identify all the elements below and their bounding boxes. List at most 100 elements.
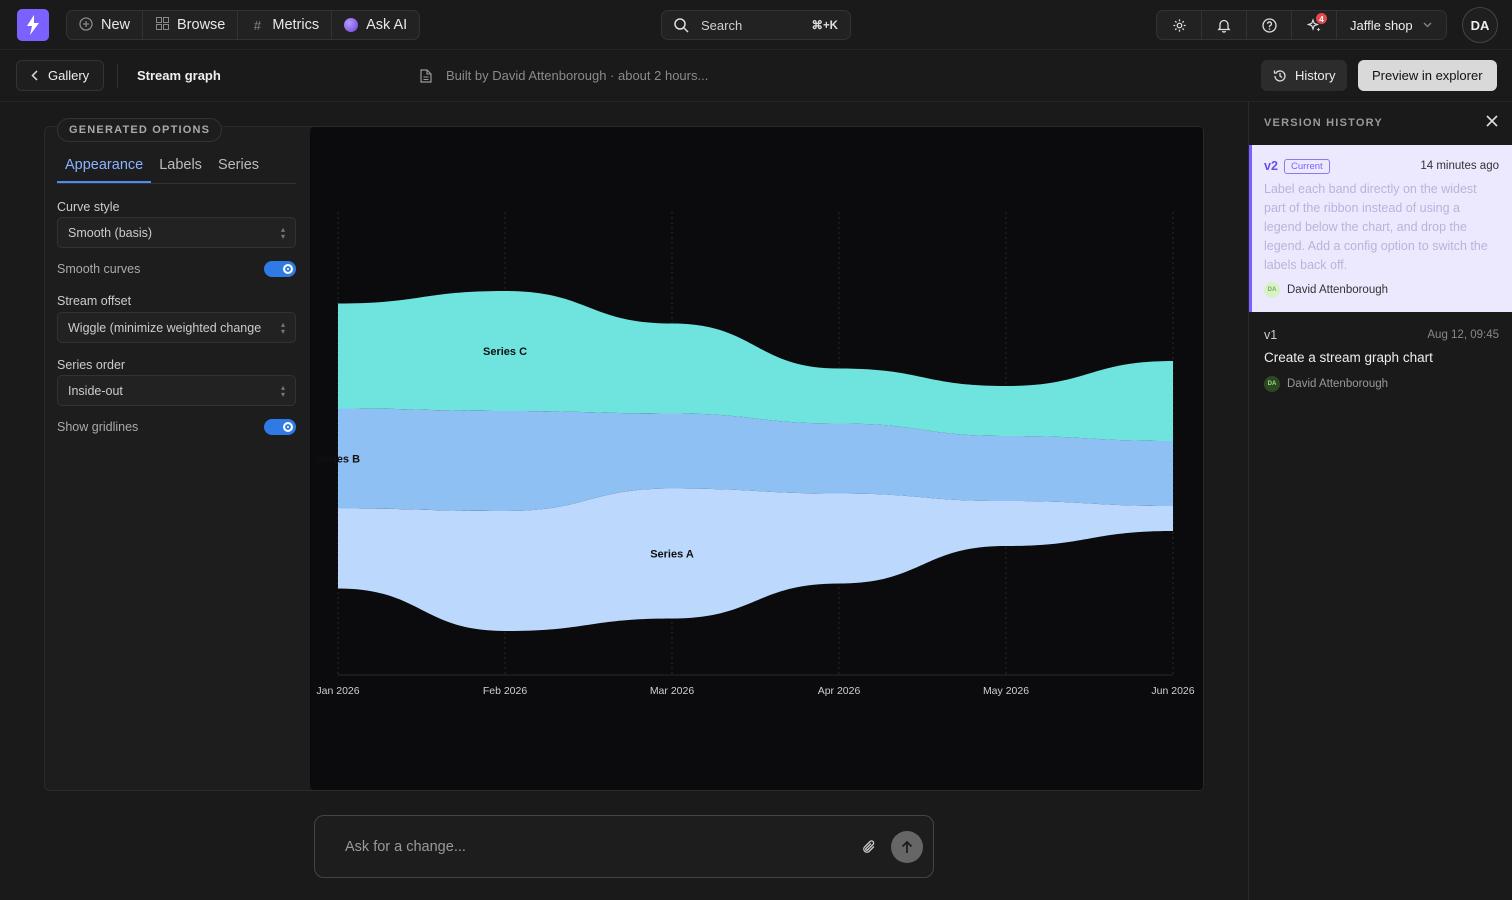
toggle-knob — [283, 264, 293, 274]
user-avatar[interactable]: DA — [1462, 7, 1498, 43]
back-label: Gallery — [48, 68, 90, 83]
x-tick-label-4: May 2026 — [983, 685, 1029, 697]
version-author: DA David Attenborough — [1264, 376, 1388, 392]
current-badge: Current — [1284, 159, 1330, 174]
plus-circle-icon — [79, 16, 93, 34]
series-order-value: Inside-out — [68, 383, 123, 398]
hash-icon: # — [253, 17, 261, 33]
back-to-gallery-button[interactable]: Gallery — [16, 60, 105, 91]
x-tick-label-1: Feb 2026 — [483, 685, 528, 697]
workspace-switcher[interactable]: Jaffle shop — [1337, 11, 1446, 39]
series-label-1: Series B — [316, 454, 360, 466]
stream-offset-label: Stream offset — [57, 294, 132, 308]
version-description: Label each band directly on the widest p… — [1264, 182, 1488, 272]
settings-button[interactable] — [1157, 11, 1202, 39]
browse-label: Browse — [177, 17, 226, 33]
close-panel-button[interactable] — [1485, 114, 1501, 130]
smooth-curves-label: Smooth curves — [57, 262, 141, 276]
tab-appearance[interactable]: Appearance — [57, 153, 152, 183]
new-button[interactable]: New — [67, 11, 144, 39]
ask-input[interactable] — [345, 838, 859, 855]
notifications-button[interactable] — [1202, 11, 1247, 39]
version-time: 14 minutes ago — [1420, 160, 1499, 172]
ask-ai-label: Ask AI — [366, 17, 408, 33]
chevron-down-icon — [1423, 22, 1432, 28]
grid-icon — [155, 17, 169, 33]
arrow-up-icon — [901, 840, 913, 853]
generated-options-label: GENERATED OPTIONS — [57, 118, 223, 142]
stream-offset-value: Wiggle (minimize weighted change — [68, 320, 262, 335]
select-chevrons-icon: ▴ ▾ — [280, 320, 285, 336]
history-icon — [1273, 69, 1286, 82]
page-title: Stream graph — [137, 68, 221, 83]
ai-orb-icon — [344, 18, 359, 32]
author-avatar: DA — [1264, 376, 1280, 392]
ai-updates-button[interactable]: 4 — [1292, 11, 1337, 39]
tab-series[interactable]: Series — [210, 153, 267, 183]
chevron-left-icon — [31, 70, 38, 81]
search-input[interactable]: Search ⌘+K — [661, 10, 851, 40]
workspace-name: Jaffle shop — [1350, 17, 1413, 33]
ask-ai-button[interactable]: Ask AI — [332, 11, 419, 39]
x-tick-label-3: Apr 2026 — [818, 685, 861, 697]
help-circle-icon — [1261, 17, 1277, 33]
document-icon — [420, 68, 432, 83]
search-icon — [674, 17, 689, 33]
version-history-panel: VERSION HISTORY v2 Current 14 minutes ag… — [1248, 102, 1512, 900]
author-name: David Attenborough — [1287, 284, 1389, 296]
history-label: History — [1295, 68, 1336, 83]
options-tabs: Appearance Labels Series — [57, 153, 296, 184]
new-label: New — [101, 17, 131, 33]
series-label-2: Series C — [483, 346, 527, 358]
stream-graph-chart: Series A Series B Series C Jan 2026 Feb 2026… — [316, 212, 1195, 697]
primary-nav: New Browse # Metrics Ask AI — [66, 10, 421, 40]
curve-style-label: Curve style — [57, 200, 120, 214]
show-gridlines-label: Show gridlines — [57, 420, 139, 434]
close-icon — [1486, 115, 1498, 127]
page-header: Gallery Stream graph Built by David Atte… — [0, 50, 1512, 102]
history-button[interactable]: History — [1261, 60, 1348, 91]
version-history-title: VERSION HISTORY — [1264, 117, 1383, 129]
version-description: Create a stream graph chart — [1264, 350, 1433, 365]
tab-labels[interactable]: Labels — [151, 153, 210, 183]
select-chevrons-icon: ▴ ▾ — [280, 383, 285, 399]
header-divider — [117, 64, 118, 88]
curve-style-value: Smooth (basis) — [68, 225, 153, 240]
version-item-v2[interactable]: v2 Current 14 minutes ago Label each ban… — [1249, 145, 1512, 312]
chart-canvas: Series A Series B Series C Jan 2026 Feb 2026… — [310, 127, 1203, 790]
built-by-text: Built by David Attenborough · about 2 ho… — [446, 68, 709, 83]
metrics-label: Metrics — [272, 17, 320, 33]
x-tick-label-2: Mar 2026 — [650, 685, 695, 697]
version-author: DA David Attenborough — [1264, 282, 1388, 298]
send-button[interactable] — [891, 830, 923, 863]
series-order-label: Series order — [57, 358, 126, 372]
curve-style-select[interactable]: Smooth (basis) ▴ ▾ — [57, 217, 296, 248]
attach-button[interactable] — [859, 837, 879, 857]
gear-icon — [1172, 18, 1186, 32]
app-logo[interactable] — [17, 9, 49, 41]
smooth-curves-row: Smooth curves — [57, 261, 296, 277]
search-placeholder: Search — [701, 17, 743, 33]
help-button[interactable] — [1247, 11, 1292, 39]
paperclip-icon — [863, 839, 875, 853]
stream-offset-select[interactable]: Wiggle (minimize weighted change ▴ ▾ — [57, 312, 296, 343]
x-tick-label-5: Jun 2026 — [1151, 685, 1194, 697]
preview-in-explorer-button[interactable]: Preview in explorer — [1358, 60, 1497, 91]
version-number: v1 — [1264, 328, 1278, 342]
x-tick-label-0: Jan 2026 — [316, 685, 359, 697]
show-gridlines-row: Show gridlines — [57, 419, 296, 435]
notification-badge: 4 — [1316, 13, 1327, 24]
browse-button[interactable]: Browse — [143, 11, 239, 39]
version-item-v1[interactable]: v1 Aug 12, 09:45 Create a stream graph c… — [1249, 320, 1512, 392]
top-navigation-bar: New Browse # Metrics Ask AI Search ⌘+K 4… — [0, 0, 1512, 50]
series-order-select[interactable]: Inside-out ▴ ▾ — [57, 375, 296, 406]
author-name: David Attenborough — [1287, 378, 1389, 390]
search-shortcut: ⌘+K — [811, 20, 838, 32]
ask-for-change-box — [314, 815, 934, 878]
bell-icon — [1217, 19, 1231, 33]
show-gridlines-toggle[interactable] — [264, 419, 296, 435]
metrics-button[interactable]: # Metrics — [238, 11, 333, 39]
utility-nav: 4 Jaffle shop — [1156, 10, 1447, 40]
lightning-icon — [27, 15, 39, 35]
smooth-curves-toggle[interactable] — [264, 261, 296, 277]
